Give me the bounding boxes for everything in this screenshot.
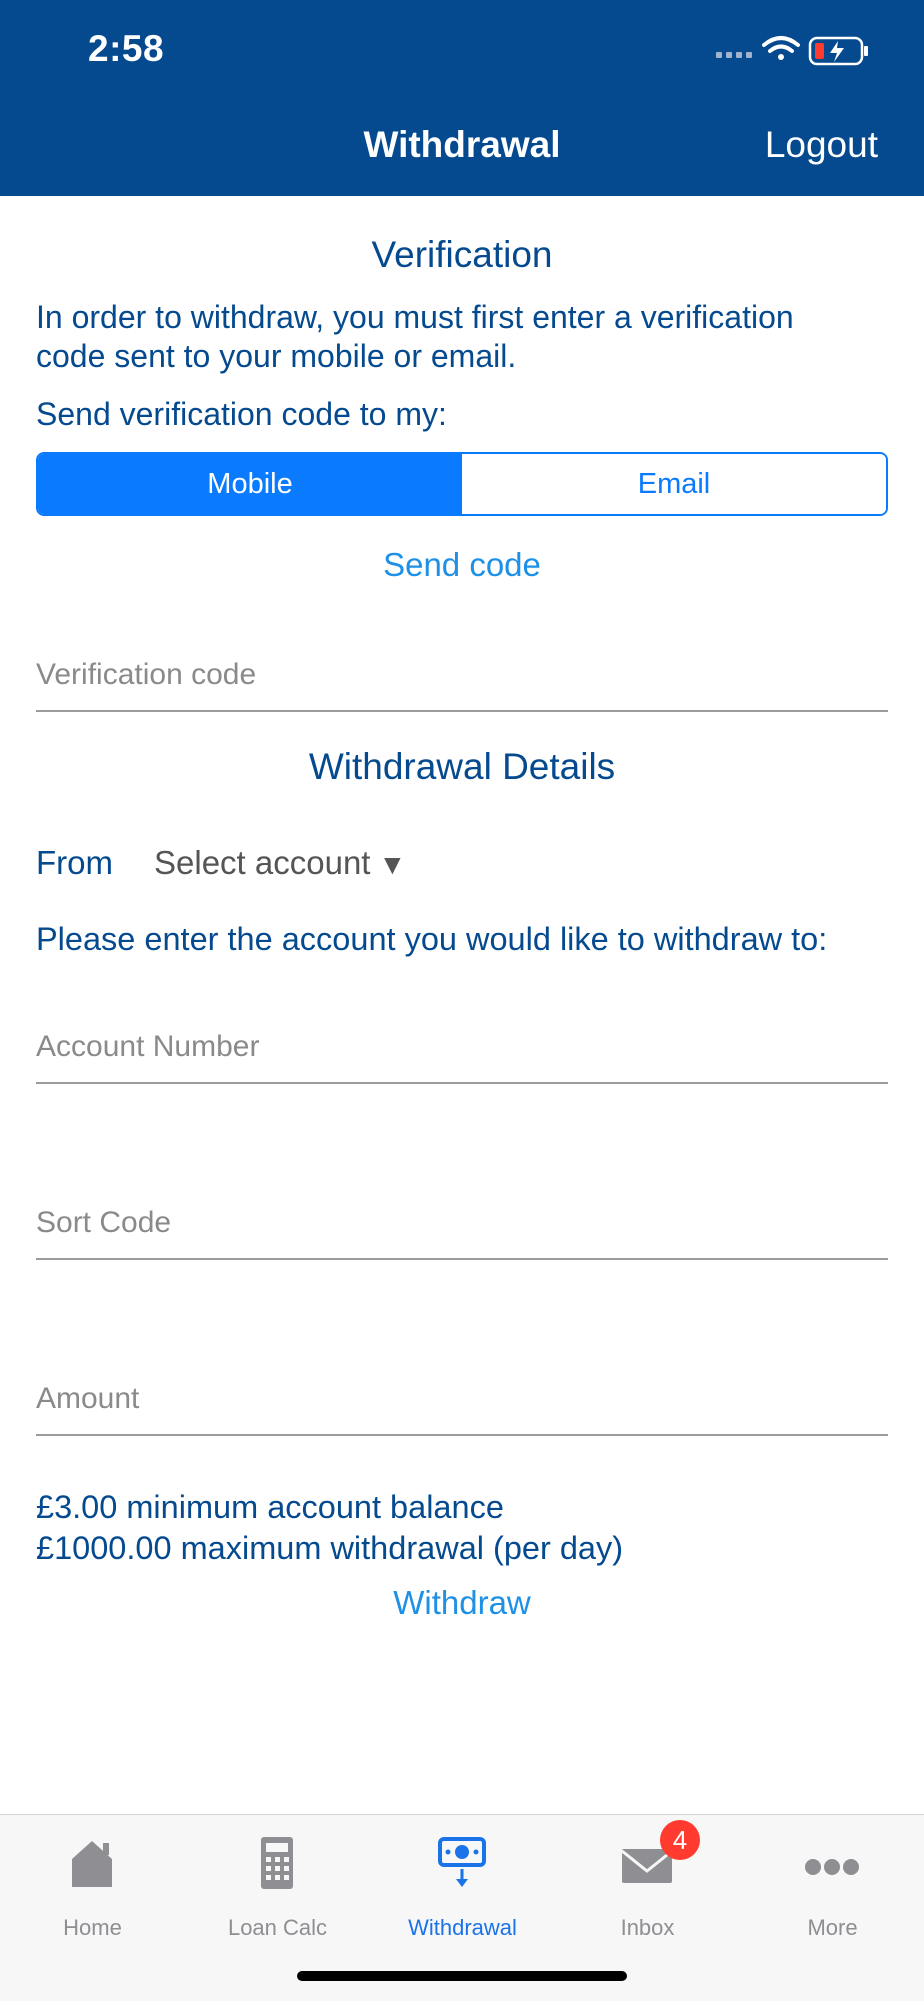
tab-inbox[interactable]: Inbox — [555, 1815, 740, 1945]
app-header: 2:58 Withdrawal Logout — [0, 0, 924, 196]
segment-mobile[interactable]: Mobile — [38, 454, 462, 514]
tab-withdrawal-label: Withdrawal — [408, 1915, 517, 1940]
tab-home-label: Home — [63, 1915, 122, 1940]
send-to-label: Send verification code to my: — [36, 396, 447, 432]
sort-code-field[interactable]: Sort Code — [36, 1188, 888, 1260]
send-code-button[interactable]: Send code — [0, 546, 924, 584]
wifi-icon — [762, 36, 800, 60]
verification-title: Verification — [371, 234, 553, 275]
tab-more-label: More — [807, 1915, 858, 1940]
signal-icon — [716, 52, 752, 58]
tab-more[interactable]: More — [740, 1815, 924, 1945]
amount-field[interactable]: Amount — [36, 1364, 888, 1436]
calculator-icon — [261, 1837, 293, 1889]
account-instruction: Please enter the account you would like … — [36, 921, 828, 957]
segment-email[interactable]: Email — [462, 454, 886, 514]
more-icon — [805, 1859, 859, 1875]
tab-inbox-label: Inbox — [620, 1915, 675, 1940]
mail-icon — [621, 1849, 673, 1883]
status-time: 2:58 — [88, 28, 165, 69]
min-balance-note: £3.00 minimum account balance — [36, 1489, 504, 1525]
account-number-placeholder: Account Number — [36, 1030, 260, 1063]
max-withdrawal-note: £1000.00 maximum withdrawal (per day) — [36, 1530, 624, 1566]
account-number-field[interactable]: Account Number — [36, 1012, 888, 1084]
withdrawal-details-title: Withdrawal Details — [308, 746, 616, 787]
verification-code-field[interactable]: Verification code — [36, 640, 888, 712]
verification-method-segment: Mobile Email — [36, 452, 888, 516]
from-label: From — [36, 844, 113, 881]
logout-button[interactable]: Logout — [765, 124, 878, 166]
home-indicator — [297, 1971, 627, 1981]
withdrawal-icon — [438, 1837, 486, 1887]
sort-code-placeholder: Sort Code — [36, 1206, 172, 1239]
withdraw-button[interactable]: Withdraw — [0, 1584, 924, 1622]
verification-code-placeholder: Verification code — [36, 658, 257, 691]
dropdown-arrow-icon: ▼ — [378, 849, 407, 880]
tab-loan-calc-label: Loan Calc — [227, 1915, 328, 1940]
from-account-select-label: Select account — [154, 844, 371, 881]
battery-icon — [808, 36, 868, 66]
verification-intro-line2: code sent to your mobile or email. — [36, 338, 517, 374]
status-icons — [716, 36, 868, 66]
inbox-badge: 4 — [660, 1820, 700, 1860]
verification-intro-line1: In order to withdraw, you must first ent… — [36, 299, 794, 335]
tab-loan-calc[interactable]: Loan Calc — [185, 1815, 370, 1945]
home-icon — [72, 1841, 112, 1887]
tab-home[interactable]: Home — [0, 1815, 185, 1945]
from-account-select[interactable]: Select account ▼ — [154, 844, 406, 882]
tab-withdrawal[interactable]: Withdrawal — [370, 1815, 555, 1945]
amount-placeholder: Amount — [36, 1382, 140, 1415]
